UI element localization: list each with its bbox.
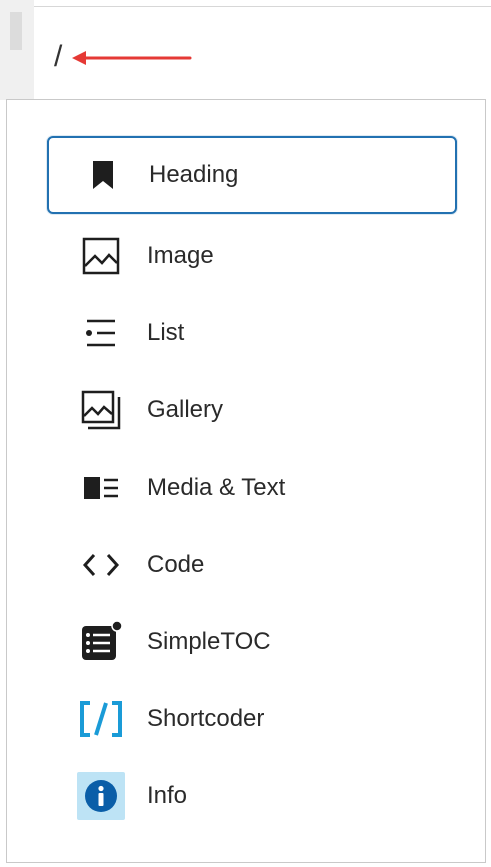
bookmark-icon [79,151,127,199]
block-option-label: Media & Text [147,474,286,501]
block-option-label: Heading [149,161,239,188]
block-option-label: List [147,319,185,346]
simpletoc-icon [77,618,125,666]
block-option-label: Code [147,551,205,578]
annotation-arrow-icon [72,51,192,65]
gallery-icon [77,386,125,434]
editor-top-border [0,6,491,7]
editor-gutter [0,0,34,100]
block-option-gallery[interactable]: Gallery [47,371,457,449]
editor-typed-text[interactable]: / [54,40,62,74]
block-option-label: SimpleTOC [147,628,271,655]
media-text-icon [77,464,125,512]
block-option-heading[interactable]: Heading [47,136,457,214]
info-icon [77,772,125,820]
editor-area: / [0,0,491,100]
info-icon-background [77,772,125,820]
block-option-shortcoder[interactable]: Shortcoder [47,680,457,758]
block-inserter-popover: Heading Image List Gallery Media & Text … [6,99,486,863]
code-icon [77,541,125,589]
block-option-label: Image [147,242,214,269]
image-icon [77,232,125,280]
block-option-simpletoc[interactable]: SimpleTOC [47,603,457,681]
block-option-info[interactable]: Info [47,757,457,835]
block-option-media-text[interactable]: Media & Text [47,449,457,527]
shortcoder-icon [77,695,125,743]
block-option-label: Gallery [147,396,224,423]
block-option-label: Shortcoder [147,705,265,732]
block-option-list[interactable]: List [47,294,457,372]
block-option-image[interactable]: Image [47,217,457,295]
block-option-label: Info [147,782,188,809]
block-option-code[interactable]: Code [47,526,457,604]
list-icon [77,309,125,357]
